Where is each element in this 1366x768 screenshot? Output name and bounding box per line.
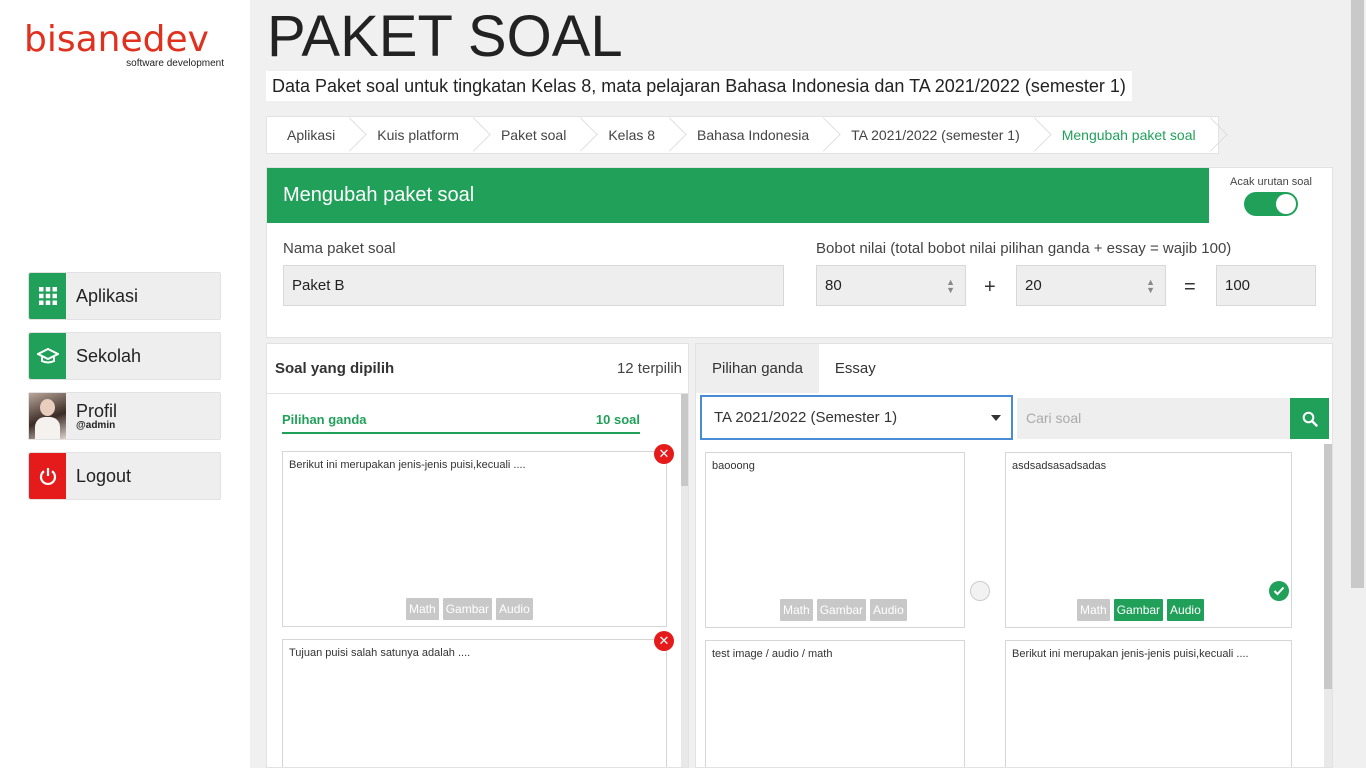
tag-math: Math	[780, 599, 813, 621]
tag-gambar: Gambar	[442, 598, 493, 620]
selected-count: 12 terpilih	[616, 360, 682, 377]
question-text: Tujuan puisi salah satunya adalah ....	[289, 647, 471, 659]
nav-sekolah[interactable]: Sekolah	[28, 332, 221, 380]
brand-name: bisanedev	[24, 19, 209, 60]
breadcrumb-item-kelas[interactable]: Kelas 8	[588, 117, 677, 153]
nav-profil-label: Profil	[76, 400, 118, 421]
scrollbar-thumb[interactable]	[681, 394, 688, 486]
page-subtitle: Data Paket soal untuk tingkatan Kelas 8,…	[266, 71, 1132, 101]
nav-logout-label: Logout	[76, 465, 132, 486]
graduation-cap-icon	[29, 333, 66, 379]
tag-math: Math	[406, 598, 439, 620]
page-scrollbar[interactable]	[1349, 0, 1366, 768]
shuffle-toggle-group: Acak urutan soal	[1209, 168, 1333, 223]
breadcrumb-item-mapel[interactable]: Bahasa Indonesia	[677, 117, 831, 153]
tag-gambar: Gambar	[1113, 599, 1164, 621]
edit-package-panel: Mengubah paket soal Acak urutan soal Nam…	[266, 167, 1333, 338]
weight-pg-input[interactable]: 80 ▲ ▼	[816, 265, 966, 306]
breadcrumb-item-kuis-platform[interactable]: Kuis platform	[357, 117, 481, 153]
selected-question-card[interactable]: Berikut ini merupakan jenis-jenis puisi,…	[282, 451, 667, 627]
select-question-checkbox[interactable]	[970, 581, 990, 601]
plus-sign: +	[984, 276, 996, 298]
year-select[interactable]: TA 2021/2022 (Semester 1)	[700, 395, 1013, 440]
tab-pilihan-ganda[interactable]: Pilihan ganda	[696, 344, 819, 393]
bank-question-card[interactable]: baooong Math Gambar Audio	[705, 452, 990, 628]
search-button[interactable]	[1290, 398, 1329, 439]
page-title: PAKET SOAL	[267, 4, 623, 69]
selected-scrollbar[interactable]	[681, 394, 688, 767]
check-icon[interactable]	[1269, 581, 1289, 601]
selected-header: Soal yang dipilih 12 terpilih	[267, 344, 688, 394]
power-icon	[29, 453, 66, 499]
nav-profil[interactable]: Profil @admin	[28, 392, 221, 440]
nav-aplikasi[interactable]: Aplikasi	[28, 272, 221, 320]
nav-sekolah-label: Sekolah	[76, 345, 142, 366]
number-spinner-icon[interactable]: ▲ ▼	[1146, 278, 1155, 295]
nav-aplikasi-label: Aplikasi	[76, 285, 139, 306]
scrollbar-thumb[interactable]	[1351, 0, 1364, 588]
nav-profil-username: @admin	[76, 419, 116, 431]
weight-total-field: 100	[1216, 265, 1316, 306]
panel-header: Mengubah paket soal	[267, 168, 1209, 223]
tag-audio: Audio	[496, 598, 533, 620]
question-text: test image / audio / math	[712, 648, 833, 660]
toggle-knob	[1276, 194, 1296, 214]
remove-question-button[interactable]: ✕	[654, 444, 674, 464]
question-tags: Math Gambar Audio	[1077, 599, 1204, 621]
tag-gambar: Gambar	[816, 599, 867, 621]
scrollbar-thumb[interactable]	[1324, 444, 1332, 689]
breadcrumb-item-current: Mengubah paket soal	[1042, 117, 1218, 153]
question-tags: Math Gambar Audio	[780, 599, 907, 621]
nav-logout[interactable]: Logout	[28, 452, 221, 500]
bank-question-card[interactable]: Berikut ini merupakan jenis-jenis puisi,…	[1005, 640, 1292, 767]
remove-question-button[interactable]: ✕	[654, 631, 674, 651]
weight-pg-value: 80	[825, 277, 842, 294]
bank-scrollbar[interactable]	[1324, 444, 1332, 767]
tag-math: Math	[1077, 599, 1110, 621]
question-bank-card: Pilihan ganda Essay TA 2021/2022 (Semest…	[695, 343, 1333, 768]
brand-logo[interactable]: bisanedev software development	[24, 19, 226, 70]
selected-section-header: Pilihan ganda 10 soal	[282, 412, 640, 434]
search-icon	[1302, 411, 1318, 427]
question-tags: Math Gambar Audio	[406, 598, 533, 620]
question-text: asdsadsasadsadas	[1012, 460, 1107, 472]
tag-audio: Audio	[870, 599, 907, 621]
year-select-value: TA 2021/2022 (Semester 1)	[714, 409, 898, 426]
equals-sign: =	[1184, 276, 1196, 298]
question-text: Berikut ini merupakan jenis-jenis puisi,…	[289, 459, 526, 471]
question-text: baooong	[712, 460, 755, 472]
package-name-input[interactable]: Paket B	[283, 265, 784, 306]
bank-tabs: Pilihan ganda Essay	[696, 344, 892, 393]
breadcrumb-item-aplikasi[interactable]: Aplikasi	[267, 117, 357, 153]
shuffle-label: Acak urutan soal	[1230, 176, 1312, 188]
bank-question-card[interactable]: test image / audio / math	[705, 640, 965, 767]
breadcrumb-item-paket-soal[interactable]: Paket soal	[481, 117, 588, 153]
caret-down-icon	[991, 415, 1001, 421]
section-count: 10 soal	[595, 412, 640, 427]
sidebar: bisanedev software development Aplikasi …	[0, 0, 250, 768]
name-label: Nama paket soal	[283, 240, 396, 257]
grid-icon	[29, 273, 66, 319]
tag-audio: Audio	[1167, 599, 1204, 621]
question-text: Berikut ini merupakan jenis-jenis puisi,…	[1012, 648, 1249, 660]
breadcrumb: Aplikasi Kuis platform Paket soal Kelas …	[266, 116, 1219, 154]
section-label: Pilihan ganda	[282, 412, 367, 427]
selected-title: Soal yang dipilih	[275, 360, 395, 377]
weight-essay-input[interactable]: 20 ▲ ▼	[1016, 265, 1166, 306]
weight-label: Bobot nilai (total bobot nilai pilihan g…	[816, 240, 1232, 257]
number-spinner-icon[interactable]: ▲ ▼	[946, 278, 955, 295]
tab-essay[interactable]: Essay	[819, 344, 892, 393]
selected-question-card[interactable]: Tujuan puisi salah satunya adalah ....	[282, 639, 667, 767]
shuffle-toggle[interactable]	[1244, 192, 1298, 216]
breadcrumb-item-ta[interactable]: TA 2021/2022 (semester 1)	[831, 117, 1042, 153]
bank-question-card[interactable]: asdsadsasadsadas Math Gambar Audio	[1005, 452, 1292, 628]
search-input[interactable]: Cari soal	[1017, 398, 1290, 439]
avatar	[29, 393, 66, 439]
selected-questions-card: Soal yang dipilih 12 terpilih Pilihan ga…	[266, 343, 689, 768]
weight-essay-value: 20	[1025, 277, 1042, 294]
